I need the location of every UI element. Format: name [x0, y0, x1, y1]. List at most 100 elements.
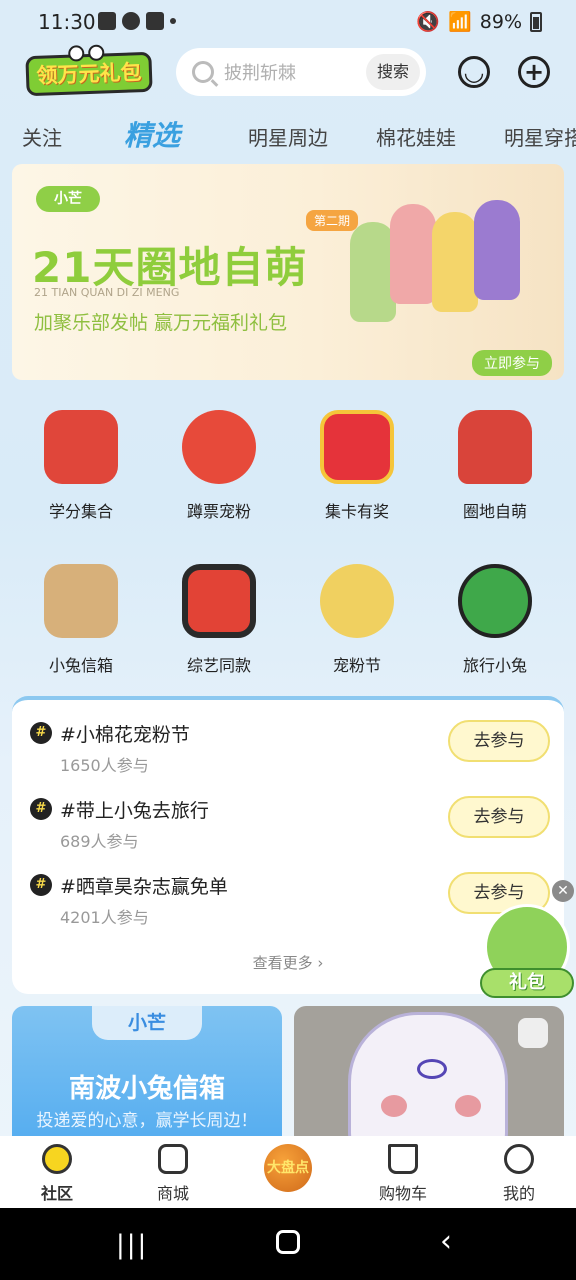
grid-item-bunny-mailbox[interactable]: 小兔信箱	[12, 564, 150, 676]
nav-label: 社区	[40, 1184, 73, 1203]
plush-bunny-image	[348, 1012, 508, 1136]
topic-item[interactable]: # #小棉花宠粉节 1650人参与 去参与	[30, 720, 550, 782]
add-icon[interactable]: +	[518, 56, 550, 88]
join-now-button[interactable]: 立即参与	[472, 350, 552, 376]
grid-label: 蹲票宠粉	[186, 502, 251, 521]
grid-item-circle[interactable]: 圈地自萌	[426, 410, 564, 522]
banner-subtitle: 21 TIAN QUAN DI ZI MENG	[34, 286, 180, 299]
hash-icon: #	[30, 722, 52, 744]
hash-icon: #	[30, 798, 52, 820]
back-icon[interactable]: ‹	[440, 1224, 452, 1259]
card-title: 南波小兔信箱	[68, 1074, 225, 1104]
gift-box-icon	[320, 410, 394, 484]
battery-icon	[530, 11, 542, 32]
search-bar[interactable]: 披荆斩棘 搜索	[176, 48, 426, 96]
bunny-travel-icon	[458, 564, 532, 638]
channel-tabs: 关注 精选 明星周边 棉花娃娃 明星穿搭	[0, 114, 576, 160]
topic-count: 1650人参与	[60, 756, 149, 775]
mall-icon	[158, 1144, 188, 1174]
status-notification-icons	[98, 12, 176, 30]
grid-item-cards[interactable]: 集卡有奖	[288, 410, 426, 522]
card-subtitle: 投递爱的心意，赢学长周边！	[36, 1111, 258, 1131]
gift-label: 礼包	[480, 968, 574, 998]
grid-label: 宠粉节	[332, 656, 381, 675]
brand-tag: 小芒	[92, 1006, 202, 1040]
battery-text: 89%	[479, 10, 522, 33]
media-badge-icon	[518, 1018, 548, 1048]
red-car-icon	[458, 410, 532, 484]
search-input[interactable]: 披荆斩棘	[224, 59, 366, 85]
chat-icon[interactable]: ◡	[458, 56, 490, 88]
community-icon	[42, 1144, 72, 1174]
join-topic-button[interactable]: 去参与	[448, 796, 550, 838]
floating-gift-widget[interactable]: ✕ 礼包	[480, 880, 576, 1000]
grid-item-credits[interactable]: 学分集合	[12, 410, 150, 522]
girls-illustration	[350, 182, 540, 332]
search-icon	[192, 61, 214, 83]
tab-star-merch[interactable]: 明星周边	[248, 122, 328, 151]
tab-cotton-doll[interactable]: 棉花娃娃	[376, 122, 456, 151]
banner-desc: 加聚乐部发帖 赢万元福利礼包	[34, 312, 288, 334]
grid-label: 集卡有奖	[324, 502, 389, 521]
logo-eyes	[68, 44, 105, 62]
bottom-nav: 社区 商城 大盘点 购物车 我的	[0, 1136, 576, 1208]
grid-label: 旅行小兔	[462, 656, 527, 675]
topic-title[interactable]: #晒章昊杂志赢免单	[60, 872, 228, 899]
nav-label: 我的	[502, 1184, 535, 1203]
nav-big-inventory[interactable]: 大盘点	[264, 1144, 312, 1192]
doll-icon	[320, 564, 394, 638]
grid-label: 学分集合	[48, 502, 113, 521]
gift-logo[interactable]: 领万元礼包	[25, 44, 153, 97]
chevron-right-icon: ›	[317, 954, 324, 972]
plush-eye	[417, 1059, 447, 1079]
grid-item-variety[interactable]: 综艺同款	[150, 564, 288, 676]
recent-apps-icon[interactable]: |||	[116, 1230, 148, 1260]
hash-icon: #	[30, 874, 52, 896]
grid-item-fan-festival[interactable]: 宠粉节	[288, 564, 426, 676]
see-more-label: 查看更多	[252, 954, 313, 972]
mute-icon: 🔇	[416, 11, 441, 33]
system-nav-bar: ||| ‹	[0, 1208, 576, 1280]
home-icon[interactable]	[276, 1230, 300, 1254]
nav-cart[interactable]: 购物车	[358, 1144, 448, 1204]
box-icon	[44, 564, 118, 638]
search-button[interactable]: 搜索	[366, 54, 420, 90]
join-topic-button[interactable]: 去参与	[448, 720, 550, 762]
nav-mall[interactable]: 商城	[128, 1144, 218, 1204]
slot-machine-icon	[44, 410, 118, 484]
nav-community[interactable]: 社区	[12, 1144, 102, 1204]
logo-text: 领万元礼包	[36, 60, 142, 88]
topic-item[interactable]: # #晒章昊杂志赢免单 4201人参与 去参与	[30, 872, 550, 934]
profile-icon	[504, 1144, 534, 1174]
bunny-mailbox-card[interactable]: 小芒 南波小兔信箱 投递爱的心意，赢学长周边！	[12, 1006, 282, 1136]
tab-star-outfit[interactable]: 明星穿搭	[504, 122, 576, 151]
grid-label: 综艺同款	[186, 656, 251, 675]
nav-label: 购物车	[378, 1184, 427, 1203]
cloud-icon	[122, 12, 140, 30]
status-right: 🔇 📶 89%	[416, 10, 542, 33]
nav-label: 大盘点	[267, 1160, 309, 1176]
brand-tag: 小芒	[36, 186, 100, 212]
app-header: 领万元礼包 披荆斩棘 搜索 ◡ +	[0, 44, 576, 102]
plush-cheek	[455, 1095, 481, 1117]
cart-icon	[388, 1144, 418, 1174]
tab-featured[interactable]: 精选	[124, 114, 180, 154]
close-icon[interactable]: ✕	[552, 880, 574, 902]
promo-banner[interactable]: 小芒 第二期 21天圈地自萌 21 TIAN QUAN DI ZI MENG 加…	[12, 164, 564, 380]
dot-icon	[170, 18, 176, 24]
status-bar: 11:30 🔇 📶 89%	[0, 0, 576, 44]
topic-item[interactable]: # #带上小兔去旅行 689人参与 去参与	[30, 796, 550, 858]
topic-title[interactable]: #小棉花宠粉节	[60, 720, 190, 747]
nav-mine[interactable]: 我的	[474, 1144, 564, 1204]
topic-count: 689人参与	[60, 832, 139, 851]
plush-cheek	[381, 1095, 407, 1117]
grid-item-travel-bunny[interactable]: 旅行小兔	[426, 564, 564, 676]
grid-item-ticket[interactable]: 蹲票宠粉	[150, 410, 288, 522]
image-icon	[98, 12, 116, 30]
tab-follow[interactable]: 关注	[22, 122, 62, 151]
check-icon	[146, 12, 164, 30]
red-cat-icon	[182, 410, 256, 484]
plush-photo-card[interactable]	[294, 1006, 564, 1136]
topic-title[interactable]: #带上小兔去旅行	[60, 796, 209, 823]
wifi-icon: 📶	[448, 11, 472, 33]
